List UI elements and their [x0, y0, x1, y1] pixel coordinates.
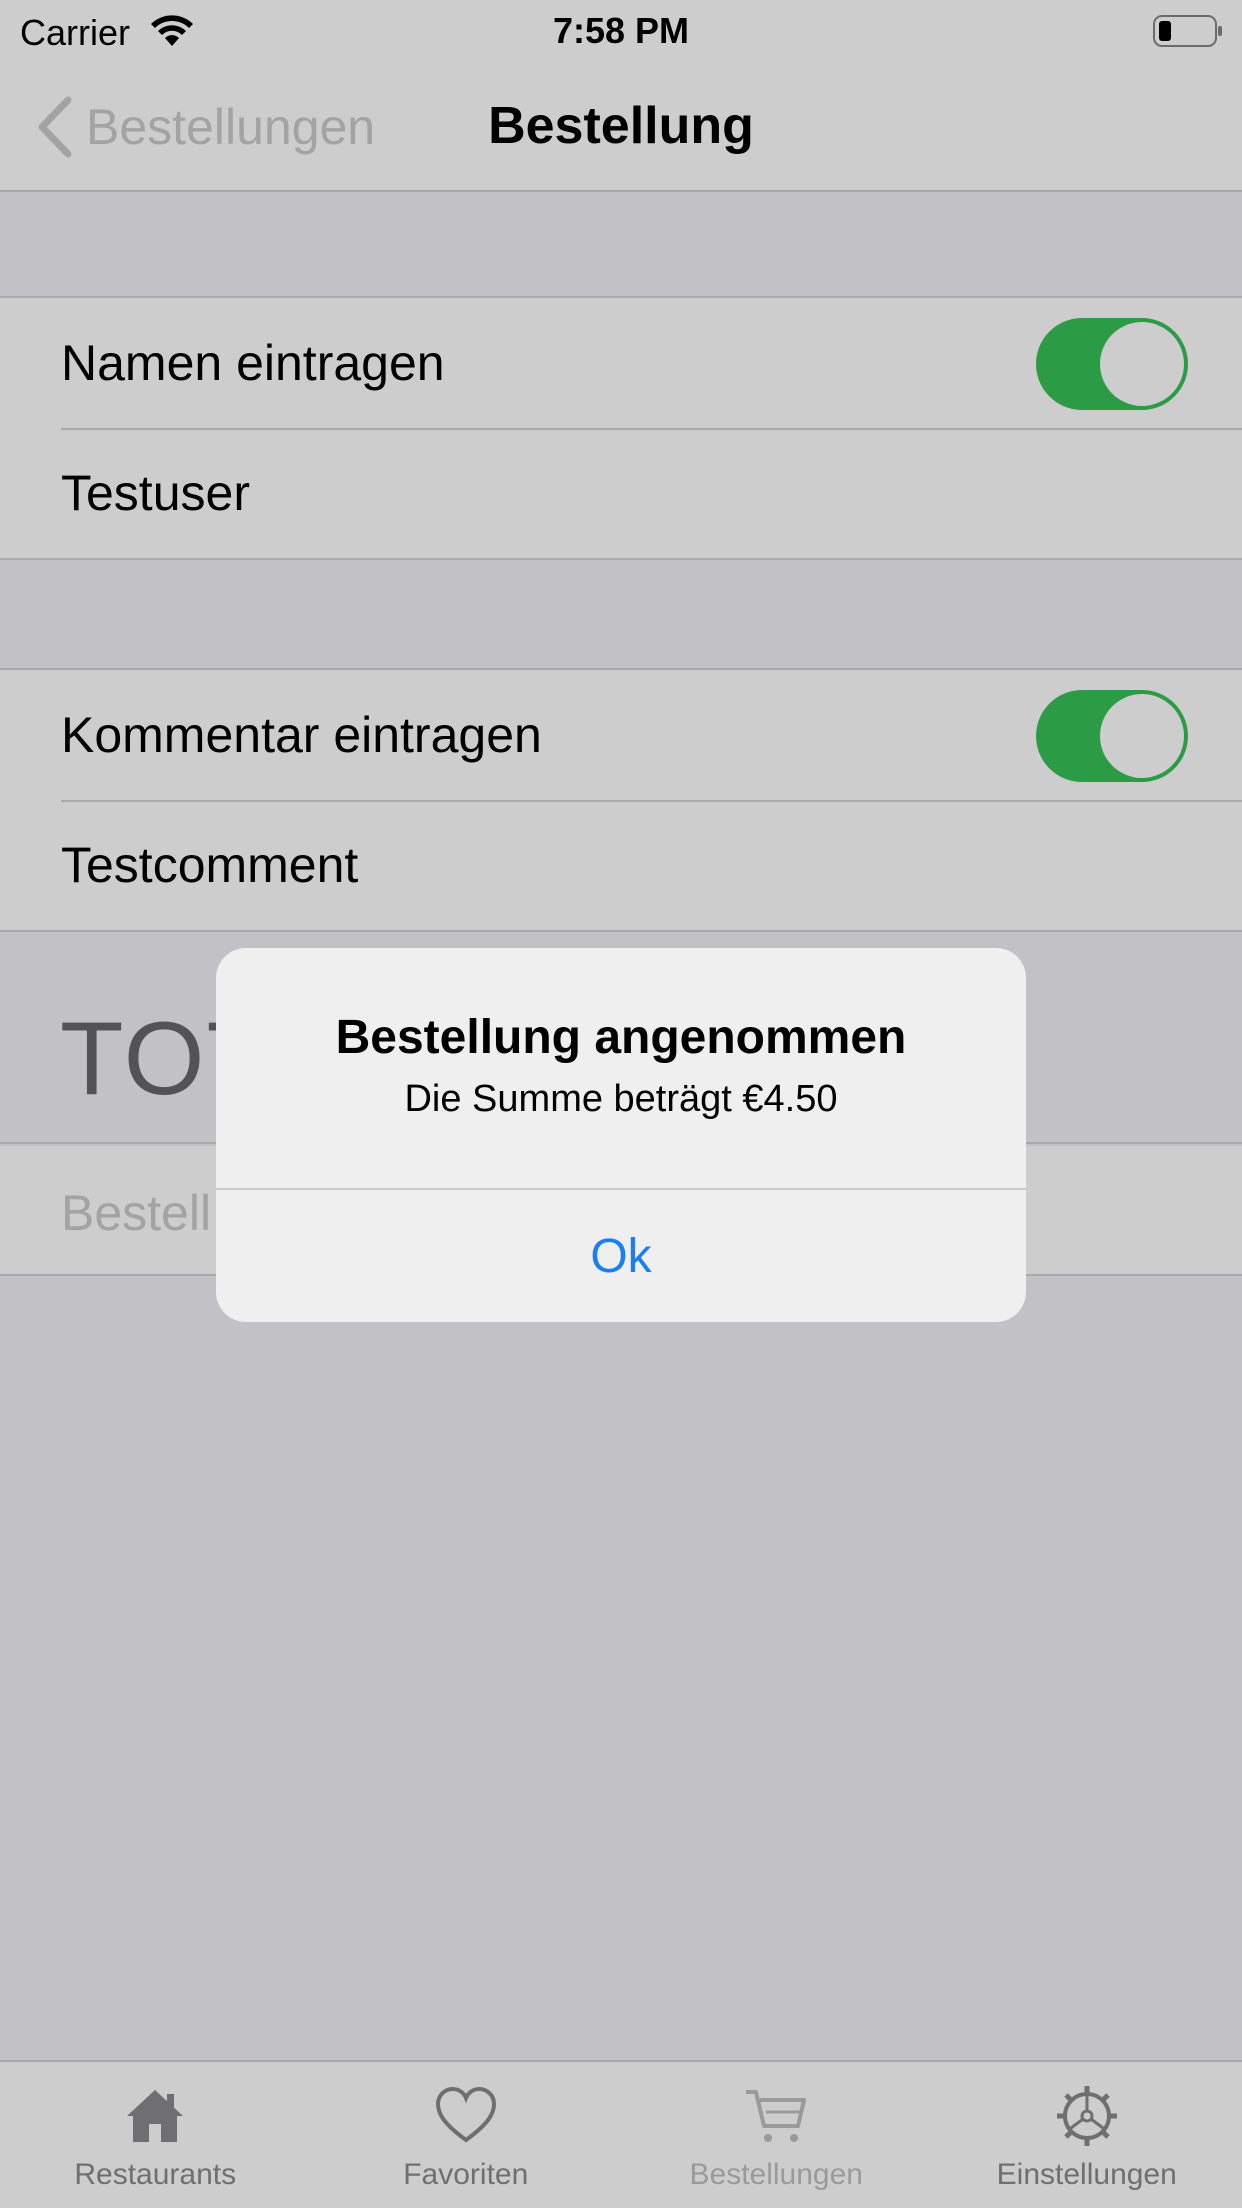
- section-spacer: [0, 564, 1242, 668]
- tab-label: Restaurants: [74, 2158, 237, 2191]
- status-bar: Carrier 7:58 PM: [0, 0, 1242, 66]
- comment-toggle-row: Kommentar eintragen: [0, 670, 1242, 800]
- comment-section: Kommentar eintragen Testcomment: [0, 668, 1242, 932]
- comment-value: Testcomment: [61, 837, 359, 893]
- tab-einstellungen[interactable]: Einstellungen: [932, 2062, 1242, 2208]
- tab-bestellungen[interactable]: Bestellungen: [621, 2062, 932, 2208]
- cart-icon: [746, 2090, 807, 2142]
- name-value-row[interactable]: Testuser: [0, 428, 1242, 558]
- alert-message: Die Summe beträgt €4.50: [404, 1078, 838, 1120]
- navigation-bar: Bestellungen Bestellung: [0, 66, 1242, 192]
- status-time: 7:58 PM: [552, 10, 690, 51]
- tab-label: Bestellungen: [689, 2158, 863, 2191]
- comment-toggle-switch[interactable]: [1036, 690, 1188, 782]
- section-spacer: [0, 194, 1242, 296]
- name-toggle-switch[interactable]: [1036, 318, 1188, 410]
- order-button-label: Bestell: [61, 1185, 212, 1241]
- tab-favoriten[interactable]: Favoriten: [311, 2062, 622, 2208]
- name-toggle-row: Namen eintragen: [0, 298, 1242, 428]
- toggle-knob: [1100, 322, 1184, 406]
- gear-icon: [1056, 2086, 1117, 2146]
- tab-label: Einstellungen: [996, 2158, 1177, 2191]
- tab-label: Favoriten: [403, 2158, 529, 2191]
- name-section: Namen eintragen Testuser: [0, 296, 1242, 560]
- heart-icon: [435, 2086, 496, 2143]
- battery-low-icon: [1153, 15, 1222, 47]
- name-toggle-label: Namen eintragen: [61, 335, 445, 391]
- tab-restaurants[interactable]: Restaurants: [0, 2062, 311, 2208]
- comment-toggle-label: Kommentar eintragen: [61, 707, 542, 763]
- page-title: Bestellung: [488, 97, 754, 155]
- alert-ok-button[interactable]: Ok: [216, 1190, 1026, 1322]
- alert-dialog: Bestellung angenommen Die Summe beträgt …: [216, 948, 1026, 1322]
- tab-bar: Restaurants Favoriten Bestellungen Einst…: [0, 2060, 1242, 2208]
- name-value: Testuser: [61, 465, 250, 521]
- alert-title: Bestellung angenommen: [335, 1011, 907, 1064]
- house-icon: [127, 2090, 184, 2142]
- comment-value-row[interactable]: Testcomment: [0, 800, 1242, 930]
- toggle-knob: [1100, 694, 1184, 778]
